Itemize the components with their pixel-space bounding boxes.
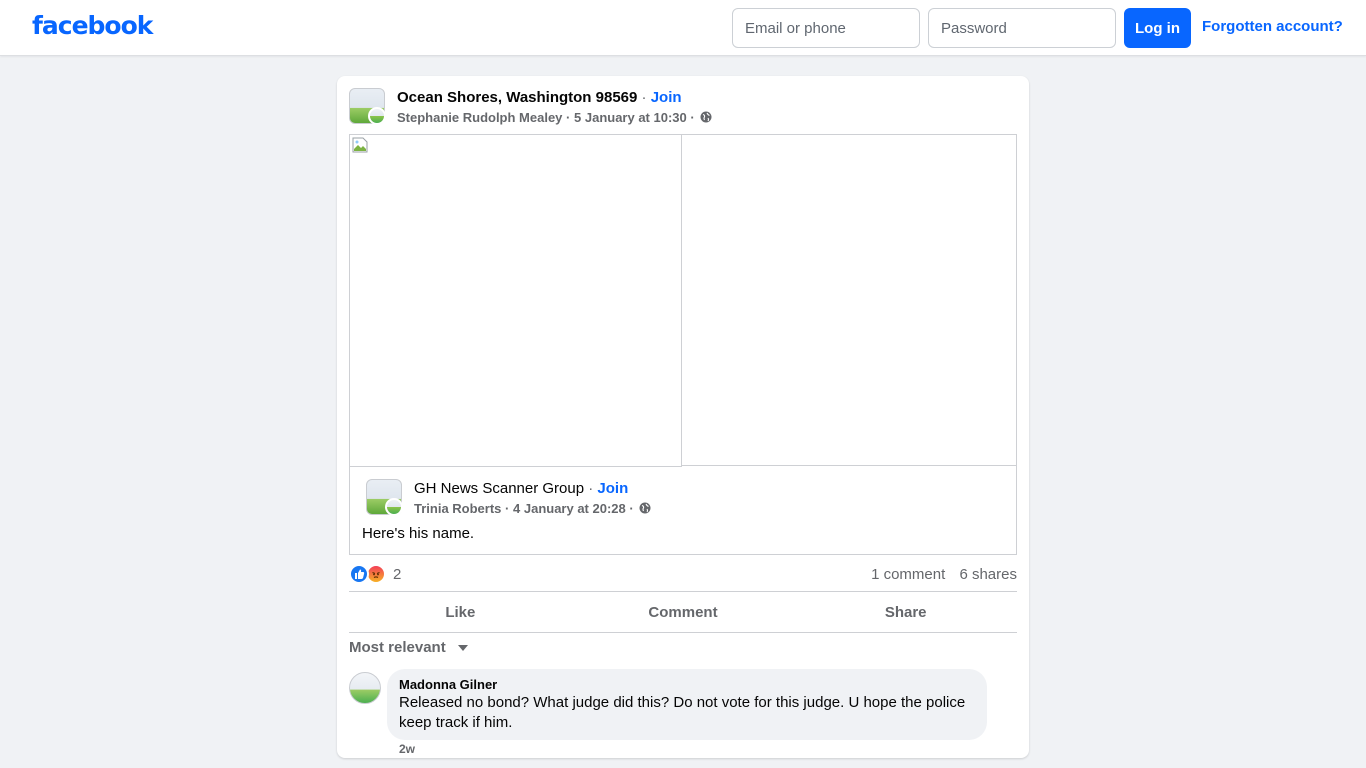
facebook-logo[interactable]: facebook xyxy=(32,11,153,40)
meta-separator: · xyxy=(505,501,510,516)
meta-separator: · xyxy=(690,110,695,125)
caret-down-icon xyxy=(457,645,468,651)
commenter-avatar[interactable] xyxy=(349,672,381,704)
shared-photo-2[interactable] xyxy=(682,135,1016,466)
login-button[interactable]: Log in xyxy=(1124,8,1191,48)
meta-separator: · xyxy=(629,501,634,516)
shared-photo-1[interactable] xyxy=(350,135,682,467)
comment-timestamp[interactable]: 2w xyxy=(399,742,415,756)
meta-separator: · xyxy=(566,110,571,125)
commenter-name-link[interactable]: Madonna Gilner xyxy=(399,677,975,692)
post-stats: 1 comment 6 shares xyxy=(871,566,1017,583)
email-input[interactable] xyxy=(732,8,920,48)
group-name-link[interactable]: Ocean Shores, Washington 98569 xyxy=(397,89,637,106)
shared-join-group-link[interactable]: Join xyxy=(597,480,628,497)
sort-label: Most relevant xyxy=(349,639,446,656)
post-timestamp-link[interactable]: 5 January at 10:30 xyxy=(574,110,687,125)
top-navigation-bar: facebook Log in Forgotten account? xyxy=(0,0,1366,56)
post-header-title: Ocean Shores, Washington 98569 · Join xyxy=(397,89,682,106)
broken-image-icon xyxy=(352,137,368,153)
join-group-link[interactable]: Join xyxy=(651,89,682,106)
comment-text: Released no bond? What judge did this? D… xyxy=(399,694,966,731)
author-mini-avatar xyxy=(368,107,386,125)
shared-author-mini-avatar xyxy=(385,498,403,516)
shared-post[interactable]: GH News Scanner Group · Join Trinia Robe… xyxy=(349,134,1017,555)
post-meta: Stephanie Rudolph Mealey · 5 January at … xyxy=(397,110,712,125)
reaction-count: 2 xyxy=(393,566,402,583)
comment-bubble: Madonna Gilner Released no bond? What ju… xyxy=(387,669,987,740)
comment-count-link[interactable]: 1 comment xyxy=(871,566,945,583)
share-count-link[interactable]: 6 shares xyxy=(959,566,1017,583)
comment-button[interactable]: Comment xyxy=(572,592,795,632)
angry-icon xyxy=(366,564,386,584)
shared-post-meta: Trinia Roberts · 4 January at 20:28 · xyxy=(414,501,651,516)
share-button[interactable]: Share xyxy=(794,592,1017,632)
shared-post-text: Here's his name. xyxy=(362,525,475,542)
shared-group-avatar[interactable] xyxy=(366,479,403,516)
title-separator: · xyxy=(641,89,647,106)
forgotten-account-link[interactable]: Forgotten account? xyxy=(1202,18,1343,35)
globe-icon xyxy=(639,502,651,514)
comment-sort-dropdown[interactable]: Most relevant xyxy=(349,639,468,656)
shared-post-title: GH News Scanner Group · Join xyxy=(414,480,628,497)
globe-icon xyxy=(700,111,712,123)
post-action-bar: Like Comment Share xyxy=(349,591,1017,633)
like-icon xyxy=(349,564,369,584)
password-input[interactable] xyxy=(928,8,1116,48)
shared-timestamp-link[interactable]: 4 January at 20:28 xyxy=(513,501,626,516)
shared-group-name-link[interactable]: GH News Scanner Group xyxy=(414,480,584,497)
post-card: Ocean Shores, Washington 98569 · Join St… xyxy=(337,76,1029,758)
title-separator: · xyxy=(588,480,594,497)
post-author-link[interactable]: Stephanie Rudolph Mealey xyxy=(397,110,562,125)
group-avatar[interactable] xyxy=(349,88,386,125)
like-button[interactable]: Like xyxy=(349,592,572,632)
shared-author-link[interactable]: Trinia Roberts xyxy=(414,501,501,516)
